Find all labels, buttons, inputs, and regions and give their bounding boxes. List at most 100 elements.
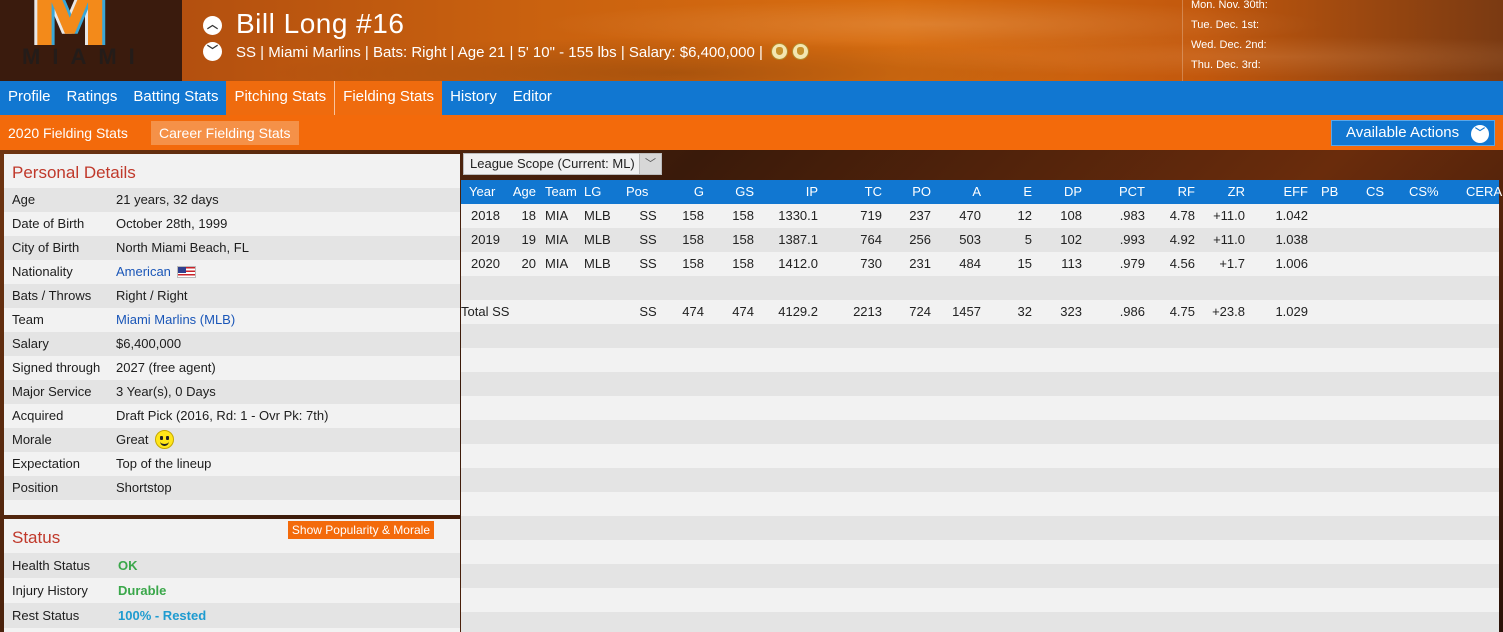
table-cell: 724: [909, 304, 931, 319]
gold-glove-icon: [792, 43, 810, 60]
health-status-value: OK: [118, 558, 138, 573]
table-cell: 1.029: [1275, 304, 1308, 319]
column-header-zr[interactable]: ZR: [1208, 180, 1245, 204]
column-header-tc[interactable]: TC: [846, 180, 882, 204]
detail-label: Nationality: [12, 264, 73, 279]
tab-history[interactable]: History: [442, 81, 505, 115]
schedule-day[interactable]: Tue. Dec. 1st:: [1191, 20, 1503, 40]
tab-editor[interactable]: Editor: [505, 81, 560, 115]
info-separator: |: [360, 44, 373, 61]
table-cell: MIA: [545, 232, 569, 247]
column-header-lg[interactable]: LG: [584, 180, 614, 204]
column-header-e[interactable]: E: [1009, 180, 1032, 204]
gold-glove-icon: [771, 43, 789, 60]
table-cell: SS: [639, 256, 657, 271]
column-header-g[interactable]: G: [676, 180, 704, 204]
status-panel: Status Show Popularity & Morale Health S…: [4, 519, 460, 632]
table-cell: 719: [860, 208, 882, 223]
detail-value: $6,400,000: [116, 336, 182, 351]
table-cell: 158: [732, 256, 754, 271]
column-header-eff[interactable]: EFF: [1268, 180, 1308, 204]
tab-batting-stats[interactable]: Batting Stats: [125, 81, 226, 115]
smiley-icon: [154, 430, 174, 449]
table-cell: 158: [682, 208, 704, 223]
detail-row-age: Age 21 years, 32 days: [4, 188, 460, 212]
player-age: Age 21: [457, 44, 506, 61]
table-row-empty: [461, 540, 1499, 564]
table-cell: 15: [1017, 256, 1032, 271]
column-header-pct[interactable]: PCT: [1106, 180, 1145, 204]
morale-value: Great: [116, 432, 149, 447]
injury-history-value: Durable: [118, 583, 167, 598]
column-header-cera[interactable]: CERA: [1466, 180, 1502, 204]
player-team[interactable]: Miami Marlins: [268, 44, 361, 61]
detail-label: Salary: [12, 336, 49, 351]
column-header-pb[interactable]: PB: [1321, 180, 1338, 204]
rest-status-value: 100% - Rested: [118, 608, 207, 623]
table-row-empty: [461, 420, 1499, 444]
table-cell: SS: [639, 304, 657, 319]
schedule-day[interactable]: Wed. Dec. 2nd:: [1191, 40, 1503, 60]
personal-details-title: Personal Details: [12, 163, 136, 182]
tab-career-fielding-stats[interactable]: Career Fielding Stats: [151, 121, 299, 145]
team-link[interactable]: Miami Marlins (MLB): [116, 308, 460, 332]
detail-value: Right / Right: [116, 288, 188, 303]
info-separator: |: [256, 44, 269, 61]
personal-details-panel: Personal Details Age 21 years, 32 days Da…: [4, 154, 460, 515]
column-header-team[interactable]: Team: [545, 180, 577, 204]
league-scope-dropdown[interactable]: League Scope (Current: ML) ﹀: [463, 153, 662, 175]
table-cell: 20: [521, 256, 536, 271]
team-logo[interactable]: M MIAMI: [0, 0, 182, 81]
next-player-icon[interactable]: ﹀: [203, 42, 222, 61]
detail-row-nationality: Nationality American: [4, 260, 460, 284]
available-actions-label: Available Actions: [1346, 124, 1460, 141]
column-header-year[interactable]: Year: [469, 180, 502, 204]
table-row: 2020 20 MIA MLB SS 158 158 1412.0 730 231 484 15 113…: [461, 252, 1499, 276]
table-cell: SS: [639, 208, 657, 223]
detail-label: City of Birth: [12, 240, 80, 255]
detail-value: October 28th, 1999: [116, 216, 228, 231]
table-cell: 5: [1024, 232, 1032, 247]
schedule-day[interactable]: Mon. Nov. 30th:: [1191, 0, 1503, 20]
table-cell: MIA: [545, 256, 569, 271]
column-header-gs[interactable]: GS: [719, 180, 754, 204]
detail-value: Top of the lineup: [116, 456, 212, 471]
column-header-pos[interactable]: Pos: [626, 180, 654, 204]
detail-value: North Miami Beach, FL: [116, 240, 249, 255]
tab-2020-fielding-stats[interactable]: 2020 Fielding Stats: [0, 121, 136, 145]
table-cell: 1330.1: [778, 208, 818, 223]
previous-player-icon[interactable]: ︿: [203, 16, 222, 35]
column-header-a[interactable]: A: [943, 180, 981, 204]
table-cell: Total SS: [461, 304, 510, 319]
column-header-cs[interactable]: CS: [1366, 180, 1385, 204]
column-header-cs-pct[interactable]: CS%: [1409, 180, 1439, 204]
column-header-rf[interactable]: RF: [1161, 180, 1195, 204]
player-name: Bill Long #16: [236, 8, 405, 39]
table-cell: 32: [1017, 304, 1032, 319]
column-header-ip[interactable]: IP: [766, 180, 818, 204]
column-header-age[interactable]: Age: [510, 180, 536, 204]
table-cell: 4.75: [1169, 304, 1195, 319]
table-cell: 1387.1: [778, 232, 818, 247]
logo-text: MIAMI: [22, 44, 147, 69]
detail-value-cell: American: [116, 260, 460, 284]
detail-label: Age: [12, 192, 36, 207]
detail-row-morale: Morale Great: [4, 428, 460, 452]
tab-profile[interactable]: Profile: [0, 81, 59, 115]
tab-fielding-stats[interactable]: Fielding Stats: [334, 81, 443, 115]
player-info-line: SS | Miami Marlins | Bats: Right | Age 2…: [236, 43, 810, 61]
table-cell: +23.8: [1212, 304, 1245, 319]
table-row-empty: [461, 396, 1499, 420]
table-cell: 323: [1060, 304, 1082, 319]
show-popularity-morale-button[interactable]: Show Popularity & Morale: [287, 521, 434, 539]
detail-row-bats-throws: Bats / Throws Right / Right: [4, 284, 460, 308]
available-actions-button[interactable]: Available Actions ﹀: [1331, 120, 1495, 146]
fielding-stats-table: Year Age Team LG Pos G GS IP TC PO A E DP PCT RF ZR EFF P…: [461, 180, 1502, 632]
table-cell: 19: [521, 232, 536, 247]
tab-ratings[interactable]: Ratings: [59, 81, 126, 115]
column-header-dp[interactable]: DP: [1051, 180, 1082, 204]
tab-pitching-stats[interactable]: Pitching Stats: [226, 81, 335, 115]
column-header-po[interactable]: PO: [896, 180, 931, 204]
nationality-link[interactable]: American: [116, 264, 171, 279]
schedule-day[interactable]: Thu. Dec. 3rd:: [1191, 60, 1503, 80]
